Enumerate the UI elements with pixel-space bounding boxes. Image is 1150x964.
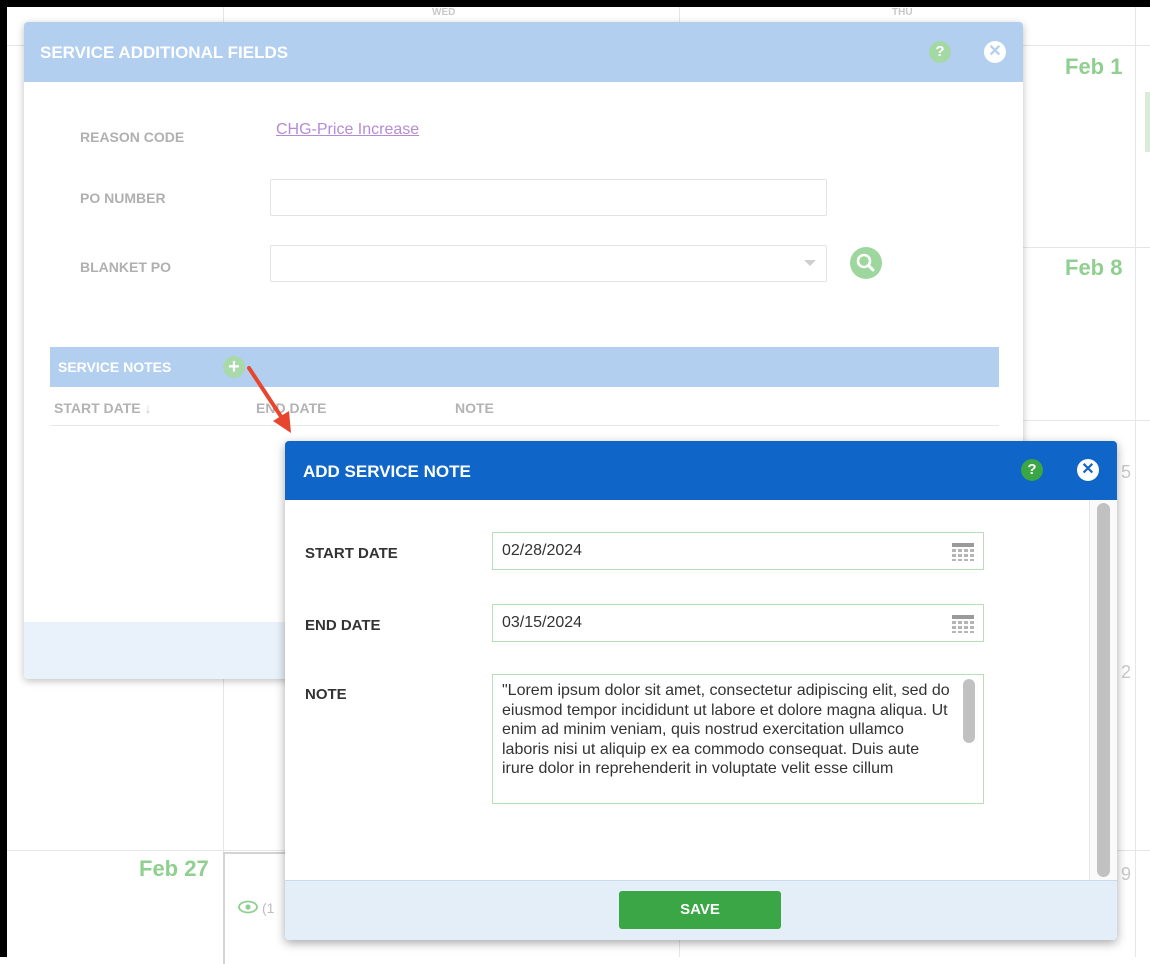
column-header-start-date[interactable]: START DATE ↓	[54, 400, 151, 416]
calendar-gridline	[1022, 420, 1150, 421]
add-service-note-dialog: ADD SERVICE NOTE ? ✕ START DATE 02/28/20…	[285, 441, 1117, 940]
day-header: THU	[892, 7, 913, 18]
calendar-date-partial: 2	[1121, 662, 1132, 682]
blanket-po-select[interactable]	[270, 245, 827, 282]
calendar-date[interactable]: Feb 1	[1065, 54, 1122, 80]
reason-code-link[interactable]: CHG-Price Increase	[276, 121, 419, 139]
column-header-note[interactable]: NOTE	[455, 400, 494, 416]
start-date-label: START DATE	[305, 545, 398, 562]
end-date-label: END DATE	[305, 617, 381, 634]
po-number-label: PO NUMBER	[80, 190, 166, 206]
calendar-date[interactable]: Feb 27	[139, 856, 209, 882]
dialog-header: ADD SERVICE NOTE ? ✕	[285, 441, 1117, 500]
chevron-down-icon[interactable]	[804, 260, 816, 266]
close-icon[interactable]: ✕	[1077, 459, 1099, 481]
eye-count: (1	[262, 900, 275, 916]
add-note-button[interactable]: +	[223, 356, 245, 378]
note-scrollbar-thumb[interactable]	[963, 679, 975, 743]
close-icon[interactable]: ✕	[984, 41, 1006, 63]
calendar-event-sliver	[1145, 92, 1150, 152]
po-number-input[interactable]	[270, 179, 827, 216]
column-header-label: START DATE	[54, 400, 141, 416]
day-header: WED	[432, 7, 456, 18]
end-date-value: 03/15/2024	[502, 614, 583, 631]
start-date-input[interactable]: 02/28/2024	[492, 532, 984, 570]
blanket-po-label: BLANKET PO	[80, 259, 171, 275]
calendar-date[interactable]: Feb 8	[1065, 255, 1122, 281]
reason-code-label: REASON CODE	[80, 129, 185, 145]
service-notes-title: SERVICE NOTES	[58, 359, 172, 375]
end-date-input[interactable]: 03/15/2024	[492, 604, 984, 642]
calendar-icon[interactable]	[952, 543, 974, 561]
calendar-icon[interactable]	[952, 615, 974, 633]
calendar-date-partial: 5	[1121, 462, 1132, 482]
service-notes-bar: SERVICE NOTES +	[50, 347, 999, 387]
note-textarea[interactable]: "Lorem ipsum dolor sit amet, consectetur…	[492, 674, 984, 804]
dialog-title: SERVICE ADDITIONAL FIELDS	[40, 43, 289, 62]
start-date-value: 02/28/2024	[502, 542, 583, 559]
search-icon[interactable]	[850, 247, 882, 279]
scrollbar-thumb[interactable]	[1097, 503, 1110, 877]
note-label: NOTE	[305, 686, 347, 703]
calendar-date-partial: 9	[1121, 864, 1132, 884]
eye-icon[interactable]	[238, 900, 258, 919]
help-icon[interactable]: ?	[929, 41, 951, 63]
arrow-down-icon: ↓	[144, 400, 152, 416]
annotation-arrow-icon	[247, 366, 291, 433]
note-text: "Lorem ipsum dolor sit amet, consectetur…	[502, 682, 950, 777]
save-button[interactable]: SAVE	[619, 891, 781, 929]
column-divider	[50, 425, 999, 426]
calendar-gridline	[1135, 7, 1136, 957]
dialog-header: SERVICE ADDITIONAL FIELDS ? ✕	[24, 22, 1023, 82]
dialog-footer: SAVE	[285, 880, 1117, 940]
calendar-gridline	[1022, 247, 1150, 248]
dialog-title: ADD SERVICE NOTE	[303, 462, 471, 481]
help-icon[interactable]: ?	[1021, 459, 1043, 481]
